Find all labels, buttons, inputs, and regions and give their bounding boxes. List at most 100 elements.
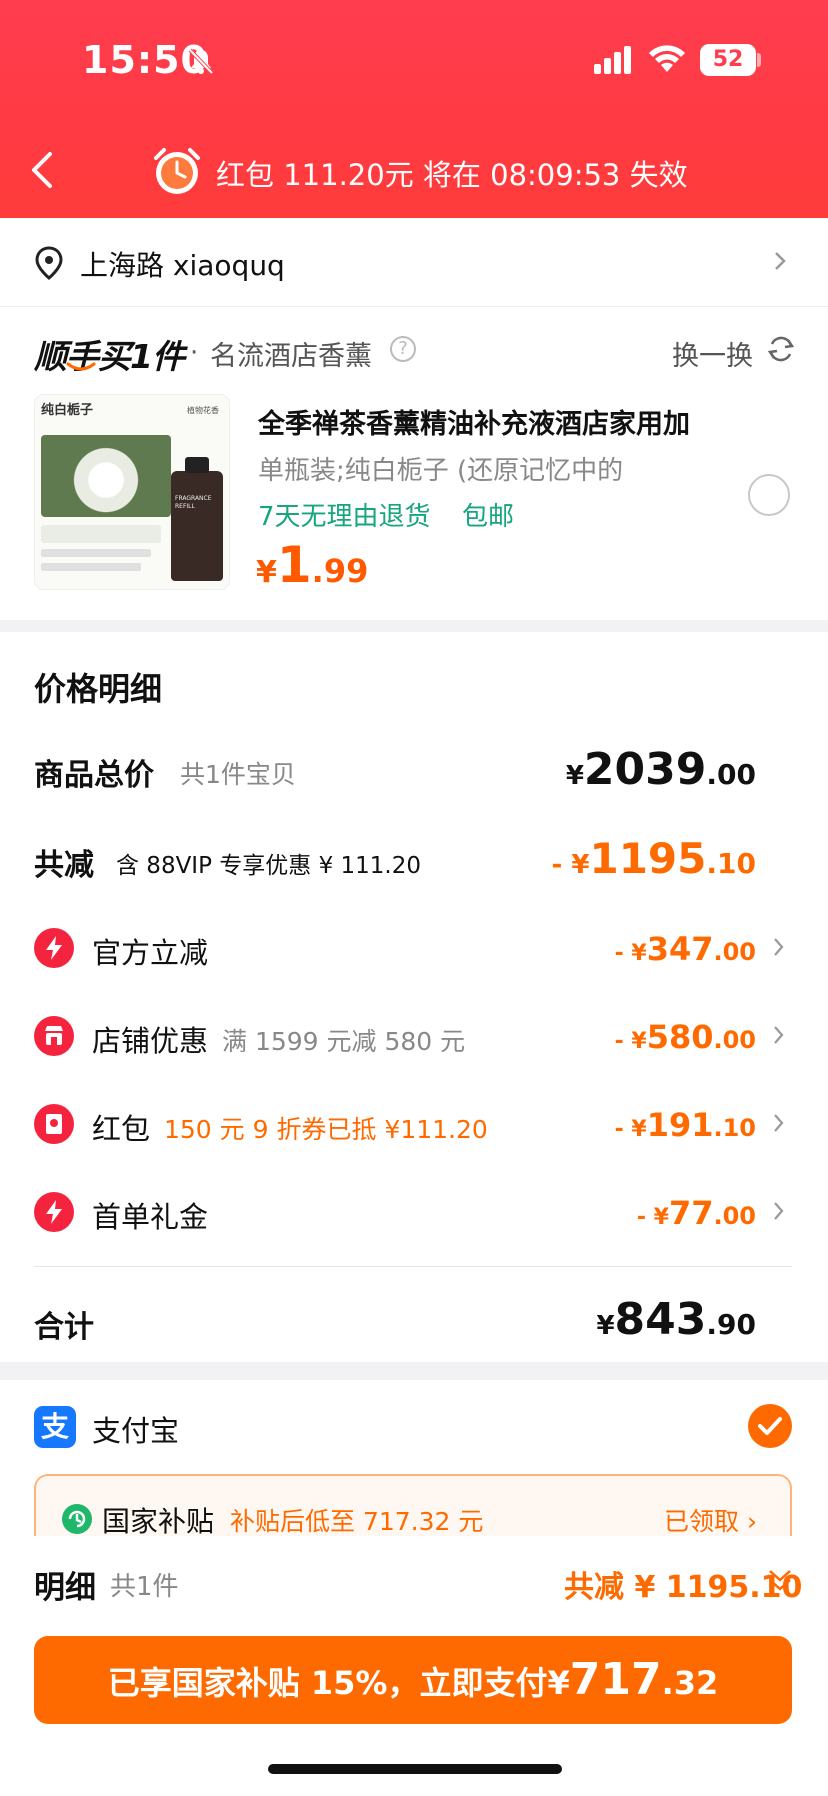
total-discount-sub: 含 88VIP 专享优惠 ¥ 111.20 (116, 853, 422, 879)
amount-dec: .90 (706, 1308, 756, 1341)
battery-cap (757, 53, 761, 67)
divider (0, 306, 828, 307)
total-discount-amount: - ¥1195.10 (552, 834, 756, 883)
redpacket-countdown: 红包 111.20元 将在 08:09:53 失效 (216, 158, 688, 192)
amount-dec: .10 (713, 1114, 756, 1142)
swap-button[interactable]: 换一换 (672, 334, 753, 373)
amount-dec: .00 (713, 1026, 756, 1054)
help-icon[interactable]: ? (390, 336, 416, 362)
home-indicator (268, 1764, 562, 1774)
bottle-label: FRAGRANCE REFILL (175, 495, 212, 510)
wifi-icon (649, 45, 685, 72)
product-image[interactable]: 纯白栀子 植物花香 FRAGRANCE REFILL (34, 394, 230, 590)
alarm-clock-icon (154, 148, 200, 194)
discount-item-amount[interactable]: - ¥347.00 (615, 930, 756, 968)
lightning-icon (34, 928, 74, 968)
currency-symbol: ¥ (565, 761, 584, 791)
separator-dot: · (190, 338, 199, 368)
pay-button[interactable]: 已享国家补贴 15%，立即支付¥717.32 (34, 1636, 792, 1724)
amount-dec: .00 (706, 758, 756, 791)
illustration-strip (41, 563, 141, 571)
address-text[interactable]: 上海路 xiaoquq (80, 244, 285, 284)
addon-select-radio[interactable] (748, 474, 790, 516)
discount-item-amount[interactable]: - ¥191.10 (615, 1106, 756, 1144)
amount-int: 191 (646, 1106, 714, 1144)
amount-int: 843 (614, 1294, 707, 1345)
currency-symbol: ¥ (547, 1664, 570, 1702)
chevron-right-icon[interactable] (772, 936, 786, 958)
amount-dec: .10 (706, 847, 756, 880)
subsidy-sub: 补贴后低至 717.32 元 (230, 1507, 484, 1536)
product-price: ¥1.99 (256, 536, 368, 594)
illustration-strip (41, 525, 161, 543)
back-arrow-icon[interactable] (28, 150, 56, 190)
discount-item-sub: 150 元 9 折券已抵 ¥111.20 (164, 1115, 488, 1144)
refill-bottle: FRAGRANCE REFILL (171, 457, 223, 581)
free-shipping-tag: 包邮 (462, 502, 515, 532)
selected-check-icon[interactable] (748, 1404, 792, 1448)
amount-dec: .00 (713, 938, 756, 966)
amount-int: 1195 (589, 834, 707, 883)
signal-icon (594, 46, 631, 74)
battery-indicator: 52 (700, 44, 756, 76)
lightning-icon (34, 1192, 74, 1232)
chevron-right-icon[interactable] (772, 1200, 786, 1222)
section-title: 价格明细 (34, 670, 163, 708)
amount-int: 347 (646, 930, 714, 968)
amount-prefix: - ¥ (636, 1205, 669, 1230)
divider (34, 1266, 792, 1267)
detail-label[interactable]: 明细 (34, 1562, 96, 1607)
image-label-top-left: 纯白栀子 (41, 403, 94, 418)
pay-button-text: 已享国家补贴 15%，立即支付 (107, 1664, 548, 1702)
product-title[interactable]: 全季禅茶香薰精油补充液酒店家用加 (258, 402, 690, 441)
amount-int: 77 (668, 1194, 714, 1232)
pay-amount-int: 717 (569, 1654, 662, 1705)
bottle-cap (185, 457, 209, 473)
subsidy-label: 国家补贴 (102, 1505, 215, 1538)
discount-item-label: 官方立减 (92, 936, 209, 970)
refresh-icon[interactable] (766, 334, 796, 364)
pay-amount-dec: .32 (661, 1664, 719, 1702)
subsidy-claimed-button[interactable]: 已领取 › (664, 1502, 757, 1538)
location-pin-icon (35, 246, 63, 280)
return-policy-tag: 7天无理由退货 (258, 502, 431, 532)
discount-item-label: 店铺优惠 (92, 1024, 209, 1058)
brand-smile-icon (66, 362, 96, 371)
goods-total-label: 商品总价 (34, 758, 154, 793)
discount-item-label: 首单礼金 (92, 1200, 209, 1234)
illustration-strip (41, 549, 151, 557)
chevron-right-icon[interactable] (772, 250, 788, 272)
payment-method-label[interactable]: 支付宝 (92, 1408, 179, 1450)
red-packet-icon (34, 1104, 74, 1144)
chevron-right-icon[interactable] (772, 1112, 786, 1134)
shop-icon (34, 1016, 74, 1056)
amount-int: 580 (646, 1018, 714, 1056)
price-detail-card (0, 632, 828, 1362)
total-discount-label: 共减 (34, 848, 94, 883)
chevron-right-icon[interactable] (772, 1024, 786, 1046)
discount-item-amount[interactable]: - ¥580.00 (615, 1018, 756, 1056)
sum-label: 合计 (34, 1310, 94, 1345)
price-int: 1 (276, 536, 312, 594)
amount-prefix: - ¥ (614, 1117, 647, 1142)
subsidy-icon (62, 1504, 92, 1534)
addon-subtitle: 名流酒店香薰 (210, 341, 372, 372)
bell-muted-icon (188, 48, 214, 75)
image-label-top-right: 植物花香 (187, 406, 219, 415)
amount-dec: .00 (713, 1202, 756, 1230)
amount-prefix: - ¥ (551, 850, 590, 880)
amount-prefix: - ¥ (614, 941, 647, 966)
goods-total-amount: ¥2039.00 (566, 744, 756, 795)
price-dec: .99 (311, 552, 369, 590)
discount-item-amount[interactable]: - ¥77.00 (637, 1194, 756, 1232)
double-chevron-down-icon[interactable] (766, 1566, 794, 1594)
sum-amount: ¥843.90 (596, 1294, 756, 1345)
currency-symbol: ¥ (256, 555, 277, 590)
alipay-icon: 支 (34, 1406, 76, 1448)
discount-item-sub: 满 1599 元减 580 元 (222, 1027, 466, 1056)
goods-total-sub: 共1件宝贝 (180, 760, 296, 789)
addon-brand: 顺手买1件 (34, 337, 185, 376)
amount-prefix: - ¥ (614, 1029, 647, 1054)
currency-symbol: ¥ (596, 1311, 615, 1341)
detail-count: 共1件 (110, 1572, 179, 1602)
